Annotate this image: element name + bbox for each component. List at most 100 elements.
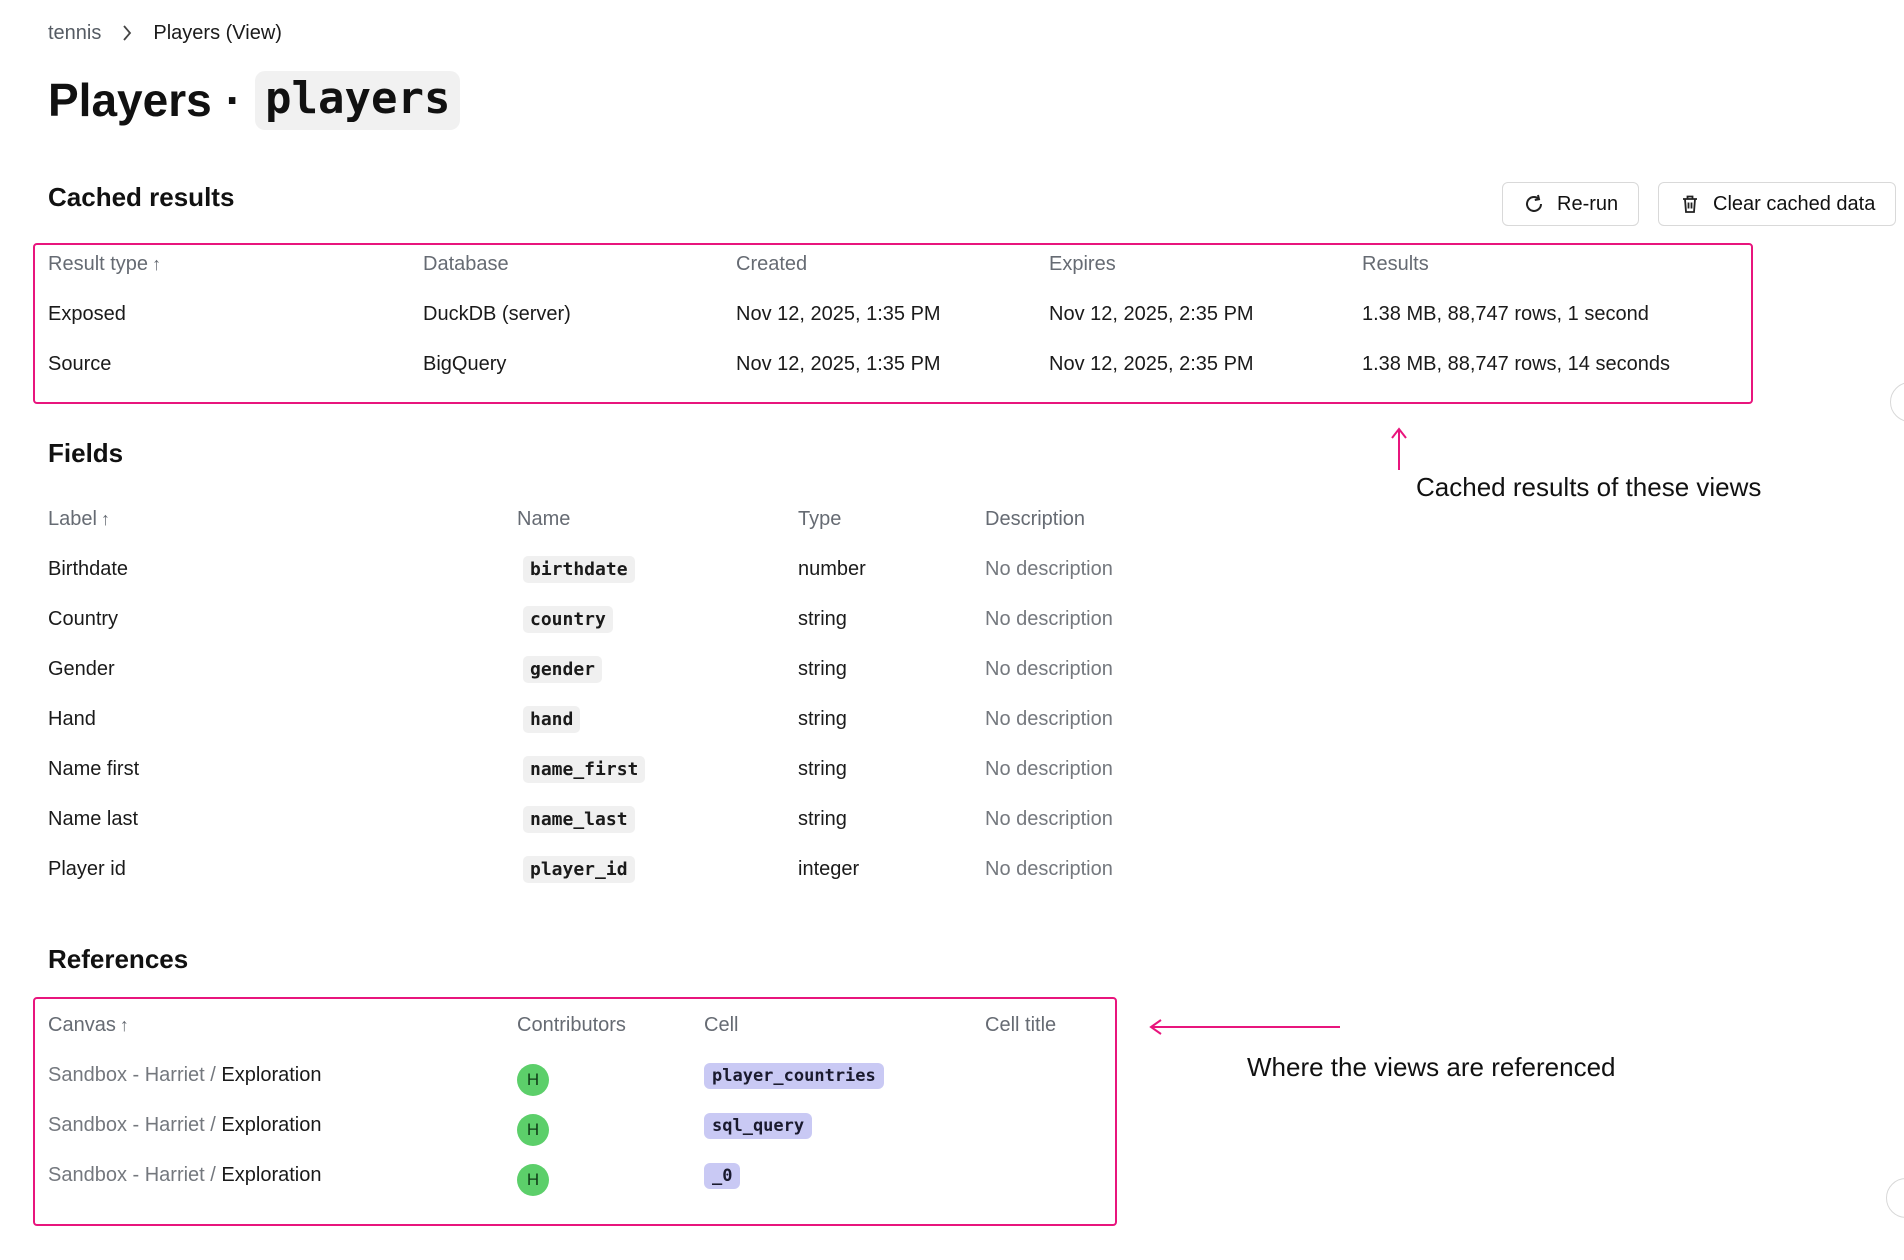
field-description: No description	[985, 758, 1113, 780]
column-header-expires[interactable]: Expires	[1049, 239, 1116, 289]
cached-results-heading: Cached results	[48, 182, 235, 212]
field-name: birthdate	[523, 556, 635, 583]
column-header-created[interactable]: Created	[736, 239, 807, 289]
expires-cell: Nov 12, 2025, 2:35 PM	[1049, 353, 1254, 375]
column-header-description[interactable]: Description	[985, 494, 1085, 544]
table-row[interactable]: Sandbox - Harriet / Exploration H sql_qu…	[48, 1100, 1128, 1150]
breadcrumb-current: Players (View)	[153, 21, 282, 44]
table-row[interactable]: Source BigQuery Nov 12, 2025, 1:35 PM No…	[48, 339, 1748, 389]
table-header-row: Result type ↑ Database Created Expires Re…	[48, 239, 1748, 289]
avatar[interactable]: H	[517, 1064, 549, 1097]
field-type: integer	[798, 858, 860, 880]
field-label: Birthdate	[48, 558, 129, 580]
field-type: string	[798, 758, 847, 780]
column-header-contributors[interactable]: Contributors	[517, 1000, 626, 1050]
result-type-cell: Source	[48, 353, 112, 375]
references-table: Canvas ↑ Contributors Cell Cell title San…	[48, 1000, 1128, 1200]
cached-results-table: Result type ↑ Database Created Expires Re…	[48, 239, 1748, 389]
column-header-canvas[interactable]: Canvas ↑	[48, 1000, 129, 1050]
cell-pill[interactable]: player_countries	[704, 1063, 884, 1089]
table-row[interactable]: Hand hand string No description	[48, 694, 1248, 744]
avatar[interactable]: H	[517, 1164, 549, 1197]
table-row[interactable]: Sandbox - Harriet / Exploration H _0	[48, 1150, 1128, 1200]
fields-heading: Fields	[48, 438, 124, 468]
arrow-up-annotation-icon	[1391, 427, 1407, 470]
arrow-up-icon: ↑	[119, 1015, 129, 1035]
field-type: string	[798, 608, 847, 630]
field-label: Hand	[48, 708, 96, 730]
created-cell: Nov 12, 2025, 1:35 PM	[736, 303, 941, 325]
table-row[interactable]: Player id player_id integer No descripti…	[48, 844, 1248, 894]
table-row[interactable]: Sandbox - Harriet / Exploration H player…	[48, 1050, 1128, 1100]
field-type: string	[798, 808, 847, 830]
cell-pill[interactable]: sql_query	[704, 1113, 813, 1139]
page-title-name: Players	[48, 74, 212, 126]
field-name: name_last	[523, 806, 635, 833]
field-name: name_first	[523, 756, 646, 783]
arrow-left-annotation-icon	[1149, 1019, 1340, 1035]
column-header-result-type[interactable]: Result type ↑	[48, 239, 161, 289]
field-description: No description	[985, 808, 1113, 830]
column-header-label[interactable]: Label ↑	[48, 494, 110, 544]
table-header-row: Canvas ↑ Contributors Cell Cell title	[48, 1000, 1128, 1050]
result-type-cell: Exposed	[48, 303, 126, 325]
breadcrumb-root-link[interactable]: tennis	[48, 22, 101, 45]
field-type: string	[798, 658, 847, 680]
expires-cell: Nov 12, 2025, 2:35 PM	[1049, 303, 1254, 325]
database-cell: DuckDB (server)	[423, 303, 571, 325]
table-row[interactable]: Country country string No description	[48, 594, 1248, 644]
field-description: No description	[985, 708, 1113, 730]
table-row[interactable]: Birthdate birthdate number No descriptio…	[48, 544, 1248, 594]
canvas-link[interactable]: Sandbox - Harriet / Exploration	[48, 1150, 321, 1200]
table-row[interactable]: Name last name_last string No descriptio…	[48, 794, 1248, 844]
field-name: gender	[523, 656, 603, 683]
field-label: Player id	[48, 858, 126, 880]
column-header-database[interactable]: Database	[423, 239, 509, 289]
trash-icon	[1683, 195, 1697, 213]
fields-table: Label ↑ Name Type Description Birthdate b…	[48, 494, 1248, 894]
canvas-link[interactable]: Sandbox - Harriet / Exploration	[48, 1050, 321, 1100]
field-description: No description	[985, 858, 1113, 880]
field-label: Gender	[48, 658, 115, 680]
cell-pill[interactable]: _0	[704, 1163, 741, 1189]
clear-cached-data-button[interactable]: Clear cached data	[1658, 182, 1897, 226]
field-description: No description	[985, 558, 1113, 580]
canvas-link[interactable]: Sandbox - Harriet / Exploration	[48, 1100, 321, 1150]
edge-circle-icon[interactable]	[1886, 1178, 1904, 1218]
column-header-results[interactable]: Results	[1362, 239, 1429, 289]
results-cell: 1.38 MB, 88,747 rows, 1 second	[1362, 303, 1649, 325]
table-row[interactable]: Gender gender string No description	[48, 644, 1248, 694]
field-label: Country	[48, 608, 119, 630]
table-row[interactable]: Name first name_first string No descript…	[48, 744, 1248, 794]
arrow-up-icon: ↑	[152, 254, 162, 274]
references-heading: References	[48, 944, 189, 974]
field-description: No description	[985, 658, 1113, 680]
field-description: No description	[985, 608, 1113, 630]
chevron-right-icon	[101, 24, 153, 42]
refresh-icon	[1526, 194, 1542, 212]
breadcrumb: tennis Players (View)	[48, 20, 282, 46]
field-name: player_id	[523, 856, 635, 883]
column-header-name[interactable]: Name	[517, 494, 570, 544]
results-cell: 1.38 MB, 88,747 rows, 14 seconds	[1362, 353, 1670, 375]
rerun-button-label: Re-run	[1557, 192, 1619, 215]
rerun-button[interactable]: Re-run	[1502, 182, 1640, 226]
edge-circle-icon[interactable]	[1890, 382, 1904, 422]
field-name: hand	[523, 706, 581, 733]
field-type: number	[798, 558, 866, 580]
avatar[interactable]: H	[517, 1114, 549, 1147]
arrow-up-icon: ↑	[100, 509, 110, 529]
field-type: string	[798, 708, 847, 730]
table-row[interactable]: Exposed DuckDB (server) Nov 12, 2025, 1:…	[48, 289, 1748, 339]
references-annotation: Where the views are referenced	[1247, 1052, 1616, 1082]
column-header-cell[interactable]: Cell	[704, 1000, 738, 1050]
field-label: Name first	[48, 758, 140, 780]
page-title-code: players	[255, 70, 461, 130]
database-cell: BigQuery	[423, 353, 507, 375]
page-title: Players · players	[48, 68, 461, 132]
cached-results-annotation: Cached results of these views	[1416, 472, 1762, 502]
table-header-row: Label ↑ Name Type Description	[48, 494, 1248, 544]
column-header-cell-title[interactable]: Cell title	[985, 1000, 1056, 1050]
clear-cached-data-label: Clear cached data	[1713, 192, 1876, 215]
column-header-type[interactable]: Type	[798, 494, 841, 544]
